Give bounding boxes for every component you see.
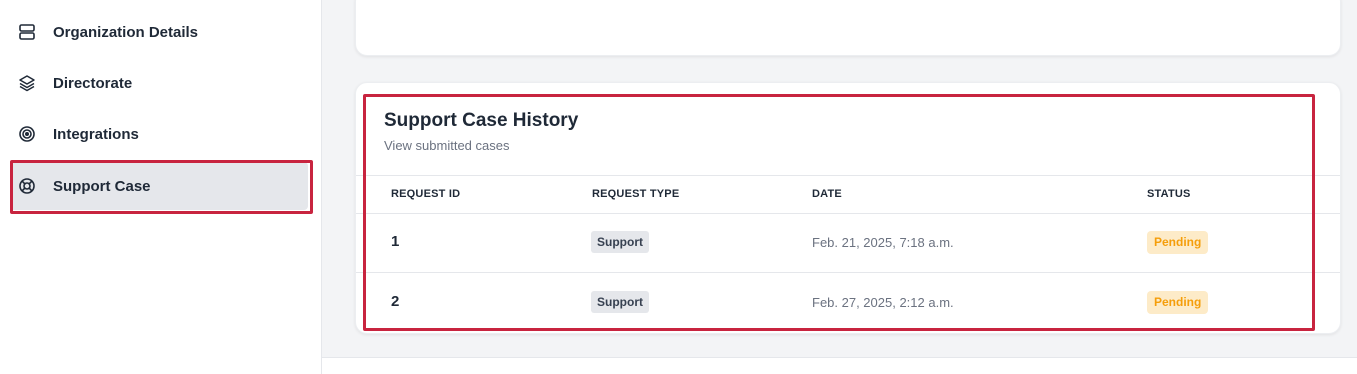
column-header-date: DATE bbox=[812, 188, 842, 200]
sidebar-item-support-case[interactable]: Support Case bbox=[10, 162, 308, 210]
sidebar-item-label: Support Case bbox=[53, 177, 151, 195]
lifebuoy-icon bbox=[18, 177, 36, 195]
layers-icon bbox=[18, 74, 36, 92]
card-title: Support Case History bbox=[384, 110, 579, 131]
sidebar-item-integrations[interactable]: Integrations bbox=[10, 110, 308, 158]
sidebar-item-organization-details[interactable]: Organization Details bbox=[10, 8, 308, 56]
card-subtitle: View submitted cases bbox=[384, 138, 510, 153]
sidebar: Organization Details Directorate Integra… bbox=[0, 0, 322, 374]
table-row[interactable]: 1 Support Feb. 21, 2025, 7:18 a.m. Pendi… bbox=[356, 213, 1340, 273]
request-type-badge: Support bbox=[591, 231, 649, 253]
main-content: Support Case History View submitted case… bbox=[322, 0, 1357, 374]
status-badge: Pending bbox=[1147, 231, 1209, 254]
table-header: REQUEST ID REQUEST TYPE DATE STATUS bbox=[356, 175, 1340, 214]
support-history-card: Support Case History View submitted case… bbox=[355, 82, 1341, 334]
table-row[interactable]: 2 Support Feb. 27, 2025, 2:12 a.m. Pendi… bbox=[356, 273, 1340, 332]
column-header-request-type: REQUEST TYPE bbox=[592, 188, 680, 200]
sidebar-item-label: Integrations bbox=[53, 125, 139, 143]
request-date: Feb. 21, 2025, 7:18 a.m. bbox=[812, 235, 954, 250]
sidebar-item-directorate[interactable]: Directorate bbox=[10, 59, 308, 107]
request-date: Feb. 27, 2025, 2:12 a.m. bbox=[812, 295, 954, 310]
sidebar-item-label: Organization Details bbox=[53, 23, 199, 41]
details-card bbox=[355, 0, 1341, 56]
target-icon bbox=[18, 125, 36, 143]
footer-strip bbox=[322, 357, 1357, 374]
app: Organization Details Directorate Integra… bbox=[0, 0, 1357, 374]
request-id: 2 bbox=[391, 293, 400, 310]
sidebar-item-label: Directorate bbox=[53, 74, 133, 92]
request-type-badge: Support bbox=[591, 291, 649, 313]
column-header-request-id: REQUEST ID bbox=[391, 188, 461, 200]
status-badge: Pending bbox=[1147, 291, 1209, 314]
request-id: 1 bbox=[391, 233, 400, 250]
column-header-status: STATUS bbox=[1147, 188, 1191, 200]
server-icon bbox=[18, 23, 36, 41]
